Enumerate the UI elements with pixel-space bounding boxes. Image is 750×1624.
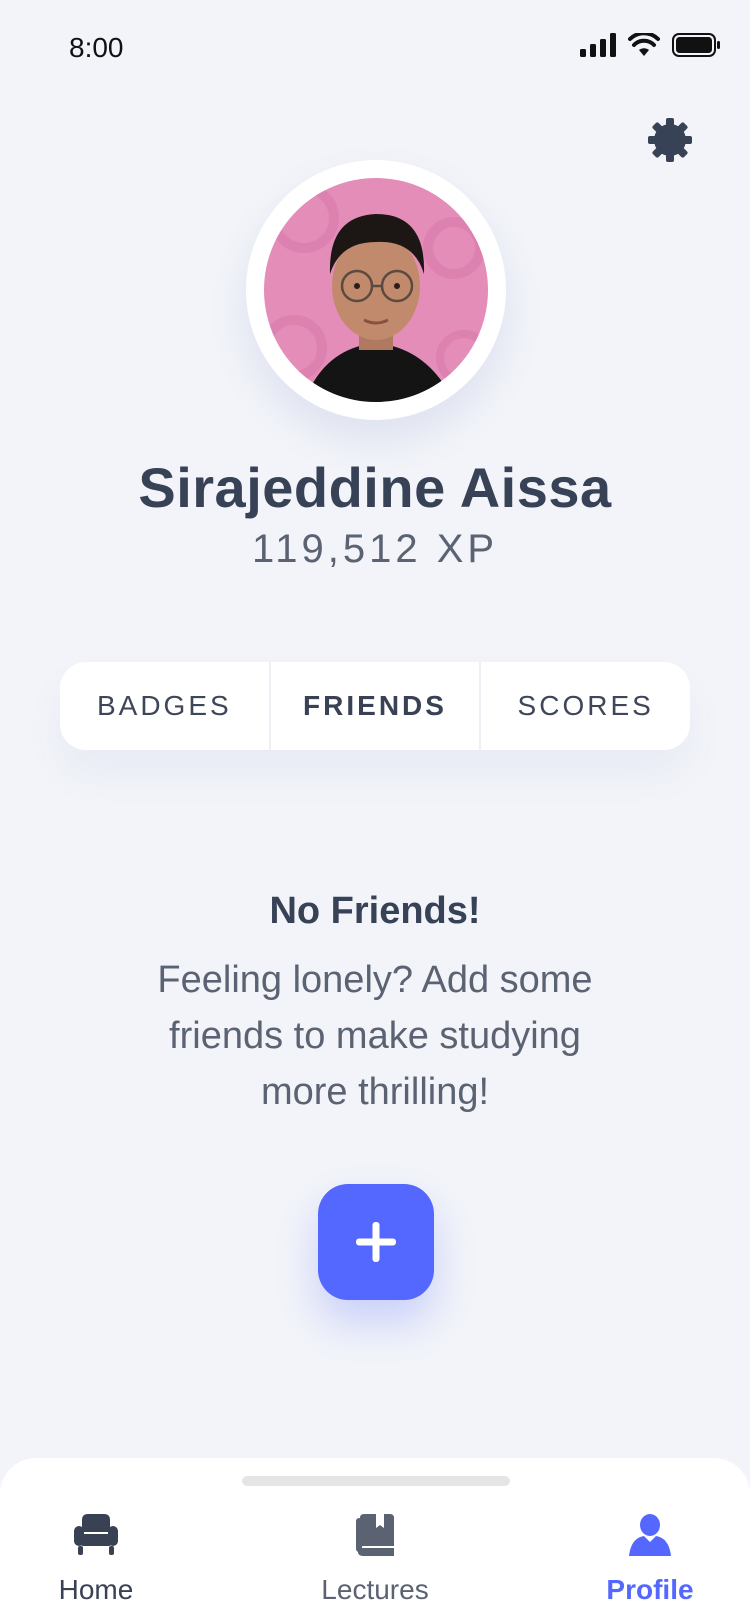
profile-xp: 119,512 XP (251, 527, 499, 571)
status-bar: 8:00 (0, 0, 750, 100)
nav-home-label: Home (58, 1574, 134, 1605)
wifi-icon (628, 33, 660, 56)
avatar (264, 178, 488, 402)
nav-lectures-label: Lectures (321, 1574, 429, 1605)
add-friend-button[interactable] (318, 1184, 434, 1300)
avatar-ring (246, 160, 506, 420)
status-time: 8:00 (69, 32, 124, 63)
nav-profile[interactable]: Profile (560, 1510, 740, 1606)
nav-home[interactable]: Home (6, 1510, 186, 1606)
gear-icon (648, 118, 692, 162)
tab-badges[interactable]: BADGES (60, 662, 269, 750)
profile-name: Sirajeddine Aissa (138, 456, 612, 519)
nav-lectures[interactable]: Lectures (285, 1510, 465, 1606)
signal-icon (580, 33, 616, 57)
tab-friends[interactable]: FRIENDS (268, 662, 480, 750)
user-icon (629, 1514, 671, 1556)
avatar-photo (264, 178, 488, 402)
empty-state-title: No Friends! (269, 890, 481, 932)
profile-tabs: BADGES FRIENDS SCORES (60, 662, 690, 750)
plus-icon (356, 1222, 396, 1262)
nav-profile-label: Profile (606, 1574, 694, 1605)
bottom-nav: Home Lectures Profile (0, 1458, 750, 1624)
battery-icon (672, 33, 720, 57)
tab-scores[interactable]: SCORES (479, 662, 690, 750)
drag-handle[interactable] (242, 1476, 510, 1486)
status-icons (580, 33, 720, 57)
armchair-icon (74, 1514, 118, 1555)
empty-state-message: Feeling lonely? Add some friends to make… (157, 959, 593, 1113)
settings-button[interactable] (648, 118, 692, 162)
book-icon (356, 1514, 394, 1556)
